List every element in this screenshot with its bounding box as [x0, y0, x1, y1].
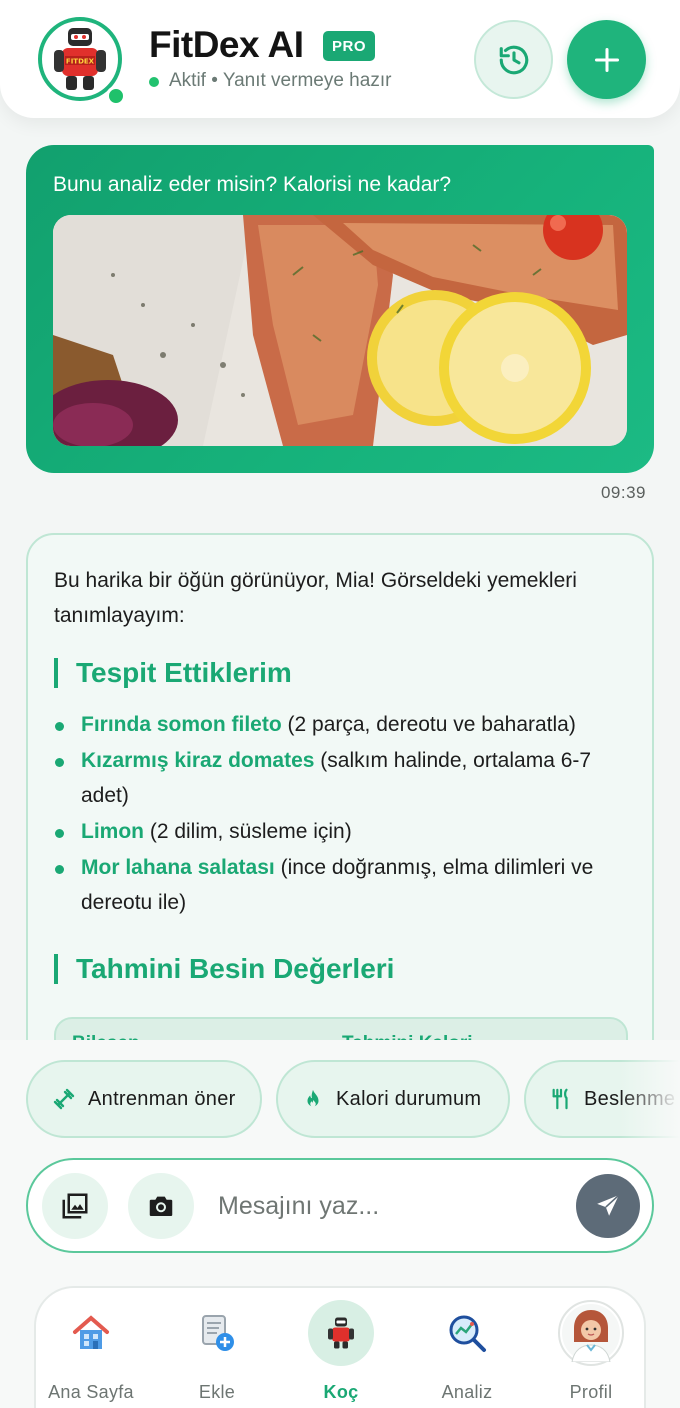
quick-actions: Antrenman öner Kalori durumum Beslenme: [26, 1060, 680, 1140]
user-message-text: Bunu analiz eder misin? Kalorisi ne kada…: [53, 173, 452, 196]
camera-button[interactable]: [128, 1173, 194, 1239]
gallery-button[interactable]: [42, 1173, 108, 1239]
tab-label: Profil: [569, 1382, 613, 1402]
food-photo[interactable]: [53, 215, 627, 446]
profile-avatar-icon: [562, 1304, 620, 1362]
tab-icon-wrap: [184, 1300, 250, 1366]
user-message-bubble: Bunu analiz eder misin? Kalorisi ne kada…: [26, 145, 654, 473]
detected-items-list: Fırında somon fileto (2 parça, dereotu v…: [54, 707, 634, 921]
section-title-detected: Tespit Ettiklerim: [54, 658, 292, 688]
tab-icon-wrap: [58, 1300, 124, 1366]
list-item: Limon (2 dilim, süsleme için): [54, 814, 634, 849]
history-icon: [499, 45, 528, 74]
list-item: Kızarmış kiraz domates (salkım halinde, …: [54, 743, 634, 813]
history-button[interactable]: [474, 20, 553, 99]
app-header: FITDEX FitDex AI PRO Aktif • Yanıt verme…: [0, 0, 680, 118]
quick-action-calories[interactable]: Kalori durumum: [276, 1060, 510, 1138]
ai-message-bubble: Bu harika bir öğün görünüyor, Mia! Görse…: [26, 533, 654, 1073]
quick-action-label: Kalori durumum: [336, 1087, 482, 1110]
tab-profile[interactable]: Profil: [536, 1300, 646, 1406]
online-indicator: [106, 86, 126, 106]
quick-action-workout[interactable]: Antrenman öner: [26, 1060, 262, 1138]
robot-avatar-icon: FITDEX: [54, 28, 106, 90]
list-item: Mor lahana salatası (ince doğranmış, elm…: [54, 850, 634, 920]
quick-action-label: Antrenman öner: [88, 1087, 236, 1110]
new-chat-button[interactable]: [567, 20, 646, 99]
tab-coach[interactable]: Koç: [286, 1300, 396, 1406]
tab-icon-wrap: [558, 1300, 624, 1366]
list-item: Fırında somon fileto (2 parça, dereotu v…: [54, 707, 634, 742]
gallery-icon: [62, 1193, 88, 1219]
status-text: Aktif • Yanıt vermeye hazır: [169, 70, 392, 91]
chips-fade: [620, 1060, 680, 1140]
bottom-tab-bar: Ana Sayfa Ekle Koç Analiz Profil: [34, 1286, 646, 1408]
message-input[interactable]: [218, 1188, 558, 1224]
fork-knife-icon: [552, 1088, 568, 1110]
camera-icon: [149, 1196, 173, 1216]
composer-area: Antrenman öner Kalori durumum Beslenme: [0, 1040, 680, 1408]
tab-label: Ekle: [198, 1382, 236, 1402]
app-title: FitDex AI: [149, 24, 304, 65]
section-title-nutrition: Tahmini Besin Değerleri: [54, 954, 394, 984]
message-timestamp: 09:39: [600, 483, 646, 502]
salmon-plate-image: [53, 215, 627, 446]
send-button[interactable]: [576, 1174, 640, 1238]
svg-text:FITDEX: FITDEX: [66, 58, 95, 66]
ai-intro-text: Bu harika bir öğün görünüyor, Mia! Görse…: [54, 569, 577, 627]
pro-badge: PRO: [323, 31, 375, 61]
robot-coach-icon: [328, 1317, 354, 1349]
send-icon: [597, 1194, 620, 1216]
dumbbell-icon: [53, 1088, 75, 1110]
message-composer: [26, 1158, 654, 1253]
tab-label: Ana Sayfa: [48, 1382, 134, 1402]
add-document-icon: [202, 1315, 234, 1351]
analytics-icon: [449, 1315, 486, 1352]
tab-home[interactable]: Ana Sayfa: [36, 1300, 146, 1406]
home-icon: [73, 1315, 109, 1349]
plus-icon: [594, 47, 619, 72]
tab-analytics[interactable]: Analiz: [412, 1300, 522, 1406]
tab-add[interactable]: Ekle: [162, 1300, 272, 1406]
flame-icon: [307, 1089, 319, 1107]
tab-label: Analiz: [441, 1382, 493, 1402]
tab-icon-wrap: [434, 1300, 500, 1366]
status-dot: [149, 77, 159, 87]
tab-label: Koç: [323, 1382, 359, 1402]
tab-icon-wrap: [308, 1300, 374, 1366]
